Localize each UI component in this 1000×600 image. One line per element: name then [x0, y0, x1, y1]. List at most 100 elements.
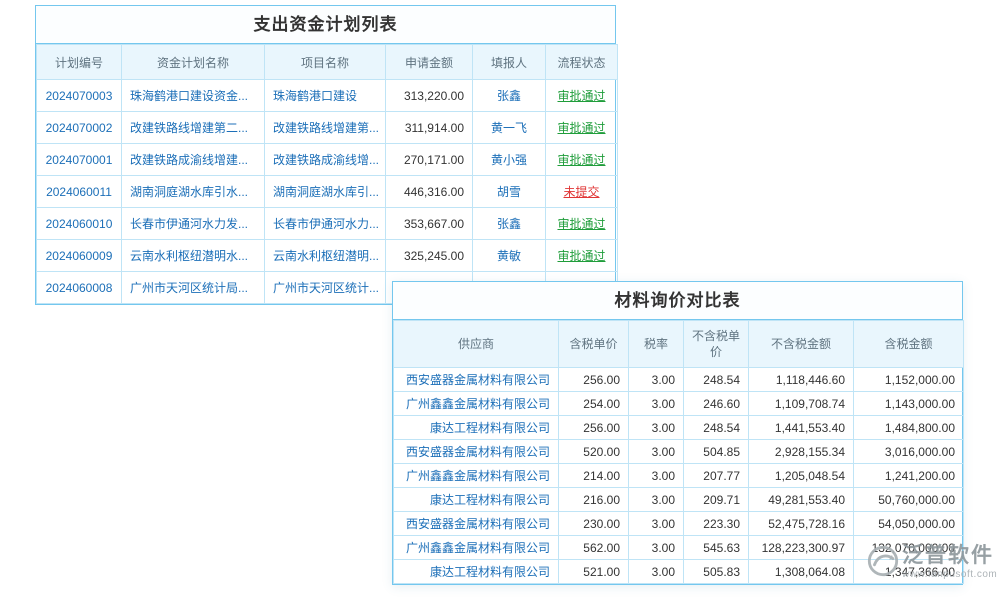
amount-with-tax-cell: 1,241,200.00	[854, 464, 964, 488]
amount-without-tax-cell: 1,205,048.54	[749, 464, 854, 488]
tax-rate-cell: 3.00	[629, 464, 684, 488]
project-name-cell[interactable]: 改建铁路线增建第...	[265, 112, 386, 144]
unit-price-with-tax-cell: 520.00	[559, 440, 629, 464]
table-row: 2024070001改建铁路成渝线增建...改建铁路成渝线增...270,171…	[37, 144, 618, 176]
supplier-cell[interactable]: 西安盛器金属材料有限公司	[394, 368, 559, 392]
tax-rate-cell: 3.00	[629, 392, 684, 416]
supplier-cell[interactable]: 西安盛器金属材料有限公司	[394, 440, 559, 464]
column-header: 填报人	[473, 45, 546, 80]
plan-no-cell[interactable]: 2024070001	[37, 144, 122, 176]
supplier-cell[interactable]: 康达工程材料有限公司	[394, 560, 559, 584]
unit-price-with-tax-cell: 256.00	[559, 416, 629, 440]
table-row: 西安盛器金属材料有限公司230.003.00223.3052,475,728.1…	[394, 512, 964, 536]
fund-plan-name-cell[interactable]: 云南水利枢纽潜明水...	[122, 240, 265, 272]
unit-price-without-tax-cell: 209.71	[684, 488, 749, 512]
expense-fund-plan-table: 计划编号资金计划名称项目名称申请金额填报人流程状态 2024070003珠海鹤港…	[36, 44, 618, 304]
reporter-cell[interactable]: 黄敏	[473, 240, 546, 272]
unit-price-without-tax-cell: 505.83	[684, 560, 749, 584]
column-header: 税率	[629, 321, 684, 368]
table-row: 西安盛器金属材料有限公司256.003.00248.541,118,446.60…	[394, 368, 964, 392]
fund-plan-name-cell[interactable]: 广州市天河区统计局...	[122, 272, 265, 304]
supplier-cell[interactable]: 广州鑫鑫金属材料有限公司	[394, 464, 559, 488]
apply-amount-cell: 325,245.00	[386, 240, 473, 272]
column-header: 计划编号	[37, 45, 122, 80]
tax-rate-cell: 3.00	[629, 368, 684, 392]
workflow-status-cell[interactable]: 审批通过	[546, 144, 618, 176]
apply-amount-cell: 353,667.00	[386, 208, 473, 240]
reporter-cell[interactable]: 胡雪	[473, 176, 546, 208]
unit-price-without-tax-cell: 545.63	[684, 536, 749, 560]
amount-without-tax-cell: 2,928,155.34	[749, 440, 854, 464]
tax-rate-cell: 3.00	[629, 416, 684, 440]
column-header: 不含税单价	[684, 321, 749, 368]
supplier-cell[interactable]: 康达工程材料有限公司	[394, 416, 559, 440]
supplier-cell[interactable]: 西安盛器金属材料有限公司	[394, 512, 559, 536]
amount-without-tax-cell: 52,475,728.16	[749, 512, 854, 536]
amount-without-tax-cell: 1,118,446.60	[749, 368, 854, 392]
project-name-cell[interactable]: 珠海鹤港口建设	[265, 80, 386, 112]
column-header: 不含税金额	[749, 321, 854, 368]
fund-plan-name-cell[interactable]: 改建铁路线增建第二...	[122, 112, 265, 144]
table-row: 2024060011湖南洞庭湖水库引水...湖南洞庭湖水库引...446,316…	[37, 176, 618, 208]
apply-amount-cell: 313,220.00	[386, 80, 473, 112]
supplier-cell[interactable]: 广州鑫鑫金属材料有限公司	[394, 392, 559, 416]
material-inquiry-title: 材料询价对比表	[393, 282, 962, 320]
reporter-cell[interactable]: 黄小强	[473, 144, 546, 176]
plan-no-cell[interactable]: 2024070003	[37, 80, 122, 112]
table-row: 西安盛器金属材料有限公司520.003.00504.852,928,155.34…	[394, 440, 964, 464]
expense-table-header-row: 计划编号资金计划名称项目名称申请金额填报人流程状态	[37, 45, 618, 80]
plan-no-cell[interactable]: 2024060008	[37, 272, 122, 304]
watermark-brand: 泛普软件	[902, 544, 994, 568]
table-row: 2024070002改建铁路线增建第二...改建铁路线增建第...311,914…	[37, 112, 618, 144]
workflow-status-cell[interactable]: 审批通过	[546, 80, 618, 112]
table-row: 康达工程材料有限公司216.003.00209.7149,281,553.405…	[394, 488, 964, 512]
unit-price-with-tax-cell: 230.00	[559, 512, 629, 536]
amount-with-tax-cell: 1,143,000.00	[854, 392, 964, 416]
unit-price-without-tax-cell: 248.54	[684, 368, 749, 392]
tax-rate-cell: 3.00	[629, 560, 684, 584]
watermark: 泛普软件 www.fanpusoft.com	[866, 544, 997, 583]
table-row: 2024070003珠海鹤港口建设资金...珠海鹤港口建设313,220.00张…	[37, 80, 618, 112]
unit-price-without-tax-cell: 248.54	[684, 416, 749, 440]
fund-plan-name-cell[interactable]: 珠海鹤港口建设资金...	[122, 80, 265, 112]
material-inquiry-panel: 材料询价对比表 供应商含税单价税率不含税单价不含税金额含税金额 西安盛器金属材料…	[392, 281, 963, 585]
reporter-cell[interactable]: 张鑫	[473, 208, 546, 240]
unit-price-with-tax-cell: 256.00	[559, 368, 629, 392]
plan-no-cell[interactable]: 2024060009	[37, 240, 122, 272]
table-row: 广州鑫鑫金属材料有限公司254.003.00246.601,109,708.74…	[394, 392, 964, 416]
tax-rate-cell: 3.00	[629, 488, 684, 512]
plan-no-cell[interactable]: 2024060011	[37, 176, 122, 208]
reporter-cell[interactable]: 张鑫	[473, 80, 546, 112]
plan-no-cell[interactable]: 2024070002	[37, 112, 122, 144]
column-header: 项目名称	[265, 45, 386, 80]
amount-without-tax-cell: 1,441,553.40	[749, 416, 854, 440]
fund-plan-name-cell[interactable]: 改建铁路成渝线增建...	[122, 144, 265, 176]
apply-amount-cell: 311,914.00	[386, 112, 473, 144]
expense-fund-plan-panel: 支出资金计划列表 计划编号资金计划名称项目名称申请金额填报人流程状态 20240…	[35, 5, 616, 305]
project-name-cell[interactable]: 广州市天河区统计...	[265, 272, 386, 304]
workflow-status-cell[interactable]: 审批通过	[546, 240, 618, 272]
supplier-cell[interactable]: 康达工程材料有限公司	[394, 488, 559, 512]
unit-price-with-tax-cell: 254.00	[559, 392, 629, 416]
fund-plan-name-cell[interactable]: 湖南洞庭湖水库引水...	[122, 176, 265, 208]
unit-price-with-tax-cell: 216.00	[559, 488, 629, 512]
workflow-status-cell[interactable]: 未提交	[546, 176, 618, 208]
reporter-cell[interactable]: 黄一飞	[473, 112, 546, 144]
unit-price-without-tax-cell: 207.77	[684, 464, 749, 488]
workflow-status-cell[interactable]: 审批通过	[546, 112, 618, 144]
unit-price-without-tax-cell: 223.30	[684, 512, 749, 536]
plan-no-cell[interactable]: 2024060010	[37, 208, 122, 240]
table-row: 广州鑫鑫金属材料有限公司214.003.00207.771,205,048.54…	[394, 464, 964, 488]
unit-price-without-tax-cell: 504.85	[684, 440, 749, 464]
project-name-cell[interactable]: 湖南洞庭湖水库引...	[265, 176, 386, 208]
supplier-cell[interactable]: 广州鑫鑫金属材料有限公司	[394, 536, 559, 560]
project-name-cell[interactable]: 云南水利枢纽潜明...	[265, 240, 386, 272]
fanpu-logo-icon	[866, 544, 900, 583]
apply-amount-cell: 270,171.00	[386, 144, 473, 176]
project-name-cell[interactable]: 长春市伊通河水力...	[265, 208, 386, 240]
project-name-cell[interactable]: 改建铁路成渝线增...	[265, 144, 386, 176]
amount-without-tax-cell: 49,281,553.40	[749, 488, 854, 512]
fund-plan-name-cell[interactable]: 长春市伊通河水力发...	[122, 208, 265, 240]
workflow-status-cell[interactable]: 审批通过	[546, 208, 618, 240]
expense-fund-plan-title: 支出资金计划列表	[36, 6, 615, 44]
